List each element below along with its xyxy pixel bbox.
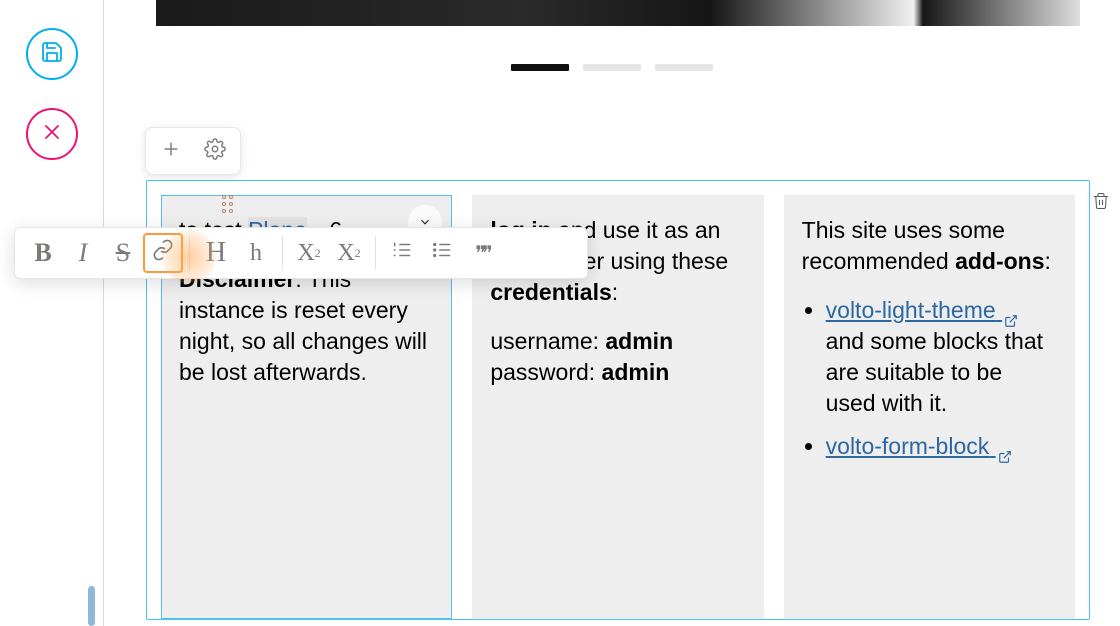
ordered-list-button[interactable] bbox=[382, 233, 422, 273]
carousel-pager bbox=[104, 64, 1120, 71]
canvas: to test Plone 6. Disclaimer: This instan… bbox=[104, 0, 1120, 626]
gear-icon bbox=[204, 138, 226, 165]
trash-icon bbox=[1092, 199, 1110, 216]
scroll-indicator bbox=[88, 586, 95, 626]
volto-light-theme-link[interactable]: volto-light-theme bbox=[826, 297, 1018, 323]
superscript-button[interactable]: X2 bbox=[329, 233, 369, 273]
heading-1-button[interactable]: H bbox=[196, 233, 236, 273]
bold-button[interactable]: B bbox=[23, 233, 63, 273]
link-button[interactable] bbox=[143, 233, 183, 273]
save-button[interactable] bbox=[26, 28, 78, 80]
col1-paragraph-2[interactable]: Disclaimer: This instance is reset every… bbox=[179, 264, 434, 388]
pager-dot-3[interactable] bbox=[655, 64, 713, 71]
left-rail bbox=[0, 0, 104, 626]
inline-text-toolbar: B I S H h X2 X2 ❞❞ bbox=[14, 227, 588, 279]
pager-dot-1[interactable] bbox=[511, 64, 569, 71]
delete-block-button[interactable] bbox=[1092, 190, 1112, 212]
cancel-button[interactable] bbox=[26, 108, 78, 160]
unordered-list-icon bbox=[431, 239, 453, 268]
block-drag-handle[interactable] bbox=[222, 195, 238, 211]
italic-button[interactable]: I bbox=[63, 233, 103, 273]
external-link-icon bbox=[1004, 305, 1018, 319]
hero-image bbox=[156, 0, 1080, 26]
col3-paragraph[interactable]: This site uses some recommended add-ons: bbox=[802, 215, 1057, 277]
list-item[interactable]: volto-form-block bbox=[826, 431, 1057, 462]
plus-icon bbox=[160, 138, 182, 165]
block-settings-button[interactable] bbox=[198, 134, 232, 168]
list-item[interactable]: volto-light-theme and some blocks that a… bbox=[826, 295, 1057, 419]
block-mini-toolbar bbox=[145, 127, 241, 175]
subscript-button[interactable]: X2 bbox=[289, 233, 329, 273]
close-icon bbox=[40, 120, 64, 149]
heading-2-button[interactable]: h bbox=[236, 233, 276, 273]
addons-list: volto-light-theme and some blocks that a… bbox=[802, 295, 1057, 462]
pager-dot-2[interactable] bbox=[583, 64, 641, 71]
save-icon bbox=[40, 40, 64, 69]
volto-form-block-link[interactable]: volto-form-block bbox=[826, 433, 1012, 459]
link-icon bbox=[152, 239, 174, 268]
column-3[interactable]: This site uses some recommended add-ons:… bbox=[784, 195, 1075, 619]
blockquote-button[interactable]: ❞❞ bbox=[462, 233, 502, 273]
add-block-button[interactable] bbox=[154, 134, 188, 168]
external-link-icon bbox=[998, 441, 1012, 455]
col2-paragraph-2[interactable]: username: admin password: admin bbox=[490, 326, 745, 388]
strikethrough-button[interactable]: S bbox=[103, 233, 143, 273]
ordered-list-icon bbox=[391, 239, 413, 268]
unordered-list-button[interactable] bbox=[422, 233, 462, 273]
